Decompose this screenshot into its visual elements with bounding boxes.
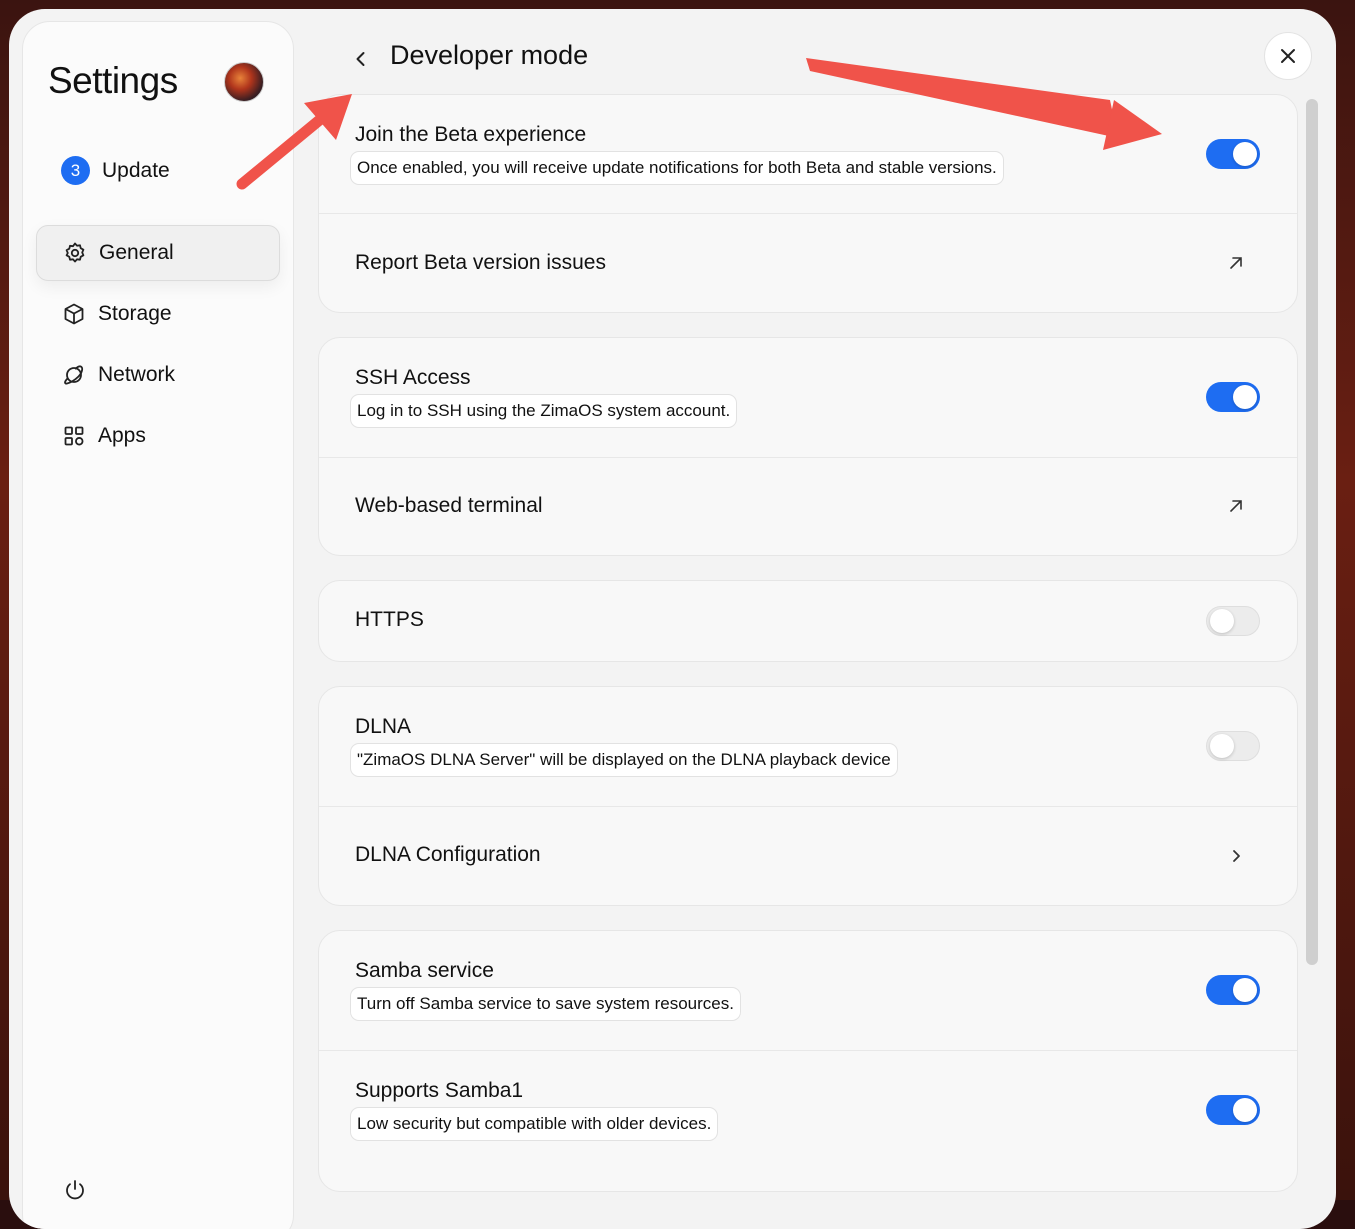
- row-title: Supports Samba1: [355, 1079, 524, 1102]
- settings-content: Join the Beta experience Once enabled, y…: [318, 94, 1298, 1216]
- sidebar-item-label: Network: [98, 363, 176, 386]
- row-description: Once enabled, you will receive update no…: [350, 151, 1004, 185]
- close-button[interactable]: [1264, 32, 1312, 80]
- row-description: Low security but compatible with older d…: [350, 1107, 719, 1141]
- sidebar: Settings 3 Update General Storage Networ…: [22, 21, 294, 1229]
- row-title: Samba service: [355, 959, 494, 982]
- chevron-right-icon: [1233, 850, 1240, 862]
- sidebar-item-general[interactable]: General: [36, 225, 280, 281]
- samba1-row: Supports Samba1 Low security but compati…: [319, 1051, 1297, 1191]
- row-title: SSH Access: [355, 366, 471, 389]
- sidebar-nav: General Storage Network Apps: [36, 225, 280, 469]
- avatar[interactable]: [224, 62, 264, 102]
- ssh-toggle[interactable]: [1206, 382, 1260, 412]
- row-description: Turn off Samba service to save system re…: [350, 987, 741, 1021]
- sidebar-item-apps[interactable]: Apps: [36, 408, 280, 464]
- samba-card: Samba service Turn off Samba service to …: [318, 930, 1298, 1192]
- update-item[interactable]: 3 Update: [61, 156, 170, 185]
- sidebar-item-label: Apps: [98, 424, 146, 447]
- sidebar-item-label: Storage: [98, 302, 172, 325]
- dlna-row: DLNA "ZimaOS DLNA Server" will be displa…: [319, 687, 1297, 807]
- gear-icon: [63, 241, 87, 265]
- beta-toggle[interactable]: [1206, 139, 1260, 169]
- planet-icon: [62, 363, 86, 387]
- sidebar-item-network[interactable]: Network: [36, 347, 280, 403]
- sidebar-title: Settings: [48, 60, 178, 101]
- back-button[interactable]: [349, 47, 373, 71]
- dlna-toggle[interactable]: [1206, 731, 1260, 761]
- grid-icon: [62, 424, 86, 448]
- scrollbar[interactable]: [1306, 99, 1318, 965]
- https-row: HTTPS: [319, 581, 1297, 661]
- settings-window: Settings 3 Update General Storage Networ…: [9, 9, 1336, 1229]
- https-toggle[interactable]: [1206, 606, 1260, 636]
- web-terminal-row[interactable]: Web-based terminal: [319, 458, 1297, 555]
- chevron-left-icon: [356, 52, 365, 66]
- https-card: HTTPS: [318, 580, 1298, 662]
- row-title: Report Beta version issues: [355, 251, 606, 274]
- external-link-icon: [1230, 257, 1242, 269]
- sidebar-item-label: General: [99, 241, 174, 264]
- row-title: DLNA: [355, 715, 412, 738]
- row-description: "ZimaOS DLNA Server" will be displayed o…: [350, 743, 898, 777]
- ssh-card: SSH Access Log in to SSH using the ZimaO…: [318, 337, 1298, 556]
- update-label: Update: [102, 158, 170, 182]
- sidebar-item-storage[interactable]: Storage: [36, 286, 280, 342]
- row-description: Log in to SSH using the ZimaOS system ac…: [350, 394, 738, 428]
- samba-row: Samba service Turn off Samba service to …: [319, 931, 1297, 1051]
- samba1-toggle[interactable]: [1206, 1095, 1260, 1125]
- beta-row: Join the Beta experience Once enabled, y…: [319, 95, 1297, 214]
- close-icon: [1281, 49, 1295, 63]
- power-icon[interactable]: [63, 1178, 87, 1207]
- report-beta-row[interactable]: Report Beta version issues: [319, 214, 1297, 312]
- beta-card: Join the Beta experience Once enabled, y…: [318, 94, 1298, 313]
- dlna-config-row[interactable]: DLNA Configuration: [319, 807, 1297, 905]
- update-count-badge: 3: [61, 156, 90, 185]
- ssh-row: SSH Access Log in to SSH using the ZimaO…: [319, 338, 1297, 458]
- row-title: Join the Beta experience: [355, 123, 587, 146]
- external-link-icon: [1230, 500, 1242, 512]
- box-icon: [62, 302, 86, 326]
- row-title: Web-based terminal: [355, 494, 543, 517]
- row-title: HTTPS: [355, 608, 424, 631]
- dlna-card: DLNA "ZimaOS DLNA Server" will be displa…: [318, 686, 1298, 906]
- samba-toggle[interactable]: [1206, 975, 1260, 1005]
- page-title: Developer mode: [390, 40, 589, 70]
- row-title: DLNA Configuration: [355, 843, 541, 866]
